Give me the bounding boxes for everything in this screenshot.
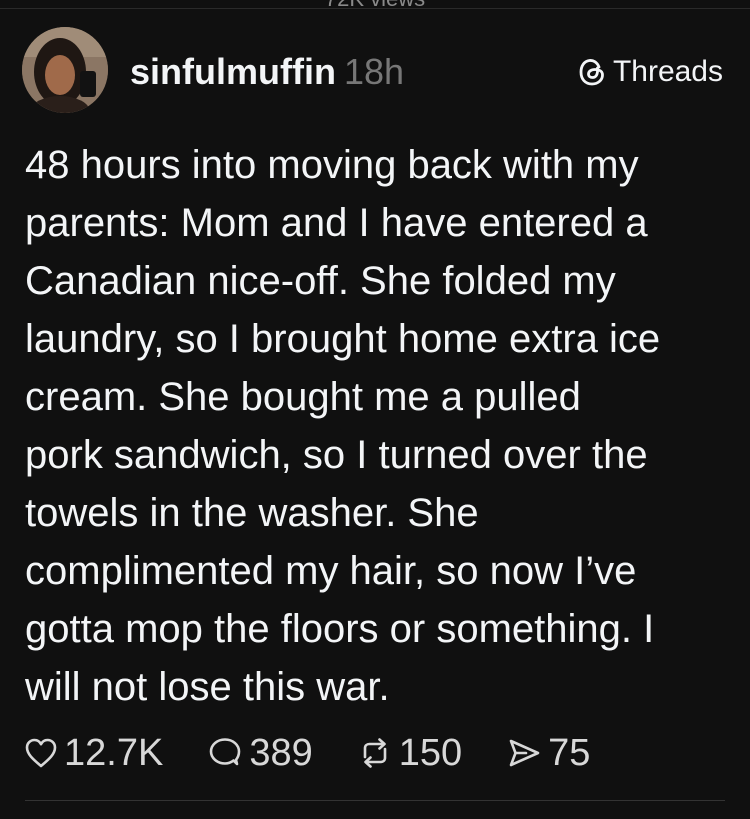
repost-count: 150 (398, 732, 463, 774)
post-author: sinfulmuffin 18h (130, 50, 404, 94)
post-text-line: will not lose this war. (25, 665, 390, 709)
share-count: 75 (548, 732, 591, 774)
username[interactable]: sinfulmuffin (130, 51, 336, 92)
reply-count: 389 (249, 732, 313, 774)
threads-logo-icon (577, 56, 607, 88)
post-text-line: pork sandwich, so I turned over the (25, 433, 648, 477)
post-text-line: complimented my hair, so now I’ve (25, 549, 637, 593)
post-text-line: parents: Mom and I have entered a (25, 201, 648, 245)
avatar[interactable] (22, 27, 108, 113)
like-button[interactable]: 12.7K (24, 730, 163, 776)
post-text-line: cream. She bought me a pulled (25, 375, 581, 419)
views-count: 72K views (0, 0, 750, 12)
threads-label: Threads (612, 55, 723, 88)
bottom-divider (25, 800, 725, 801)
repost-arrows-icon (357, 736, 393, 770)
speech-bubble-icon (207, 736, 243, 770)
post-text-line: 48 hours into moving back with my (25, 143, 639, 187)
post-text-line: towels in the washer. She (25, 491, 479, 535)
top-divider (0, 8, 750, 9)
post-time: 18h (343, 51, 405, 92)
threads-brand: Threads (577, 54, 723, 90)
post-text: 48 hours into moving back with my parent… (25, 136, 730, 716)
action-bar: 12.7K 389 150 75 (24, 730, 590, 776)
heart-icon (24, 737, 58, 769)
post-text-line: laundry, so I brought home extra ice (25, 317, 661, 361)
repost-button[interactable]: 150 (357, 730, 462, 776)
like-count: 12.7K (64, 732, 164, 774)
post-text-line: Canadian nice-off. She folded my (25, 259, 616, 303)
reply-button[interactable]: 389 (207, 730, 313, 776)
share-button[interactable]: 75 (506, 730, 590, 776)
send-icon (506, 736, 542, 770)
post-text-line: gotta mop the floors or something. I (25, 607, 655, 651)
